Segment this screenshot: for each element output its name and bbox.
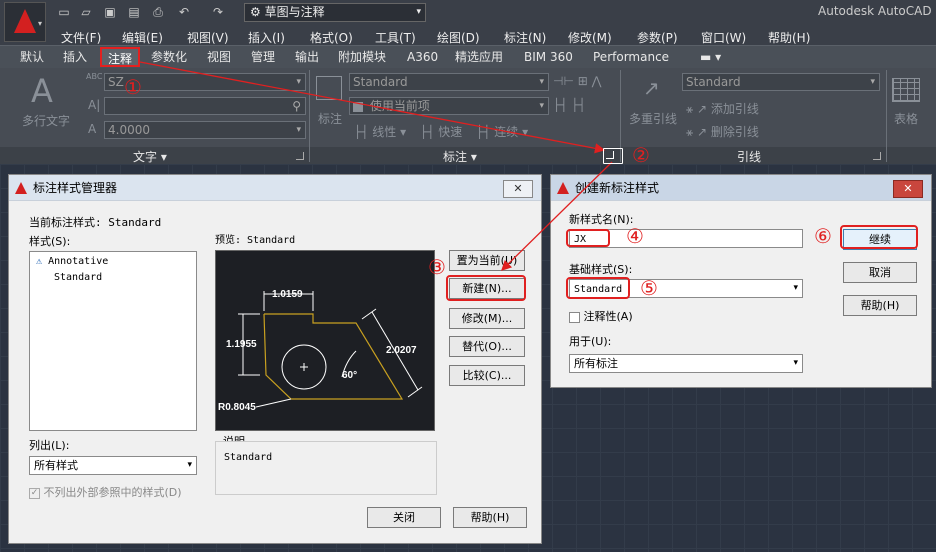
arrow-1-to-2 xyxy=(139,61,606,154)
highlight-continue-button xyxy=(840,225,918,249)
highlight-new-button xyxy=(446,275,526,301)
highlight-launcher xyxy=(603,148,623,164)
highlight-base-style xyxy=(566,277,630,299)
step-3-marker: ③ xyxy=(428,255,446,279)
step-4-marker: ④ xyxy=(626,224,644,248)
step-6-marker: ⑥ xyxy=(814,224,832,248)
highlight-name-field xyxy=(566,229,610,247)
arrow-2-to-3 xyxy=(501,161,613,271)
step-5-marker: ⑤ xyxy=(640,276,658,300)
step-1-marker: ① xyxy=(124,75,142,99)
step-2-marker: ② xyxy=(632,143,650,167)
